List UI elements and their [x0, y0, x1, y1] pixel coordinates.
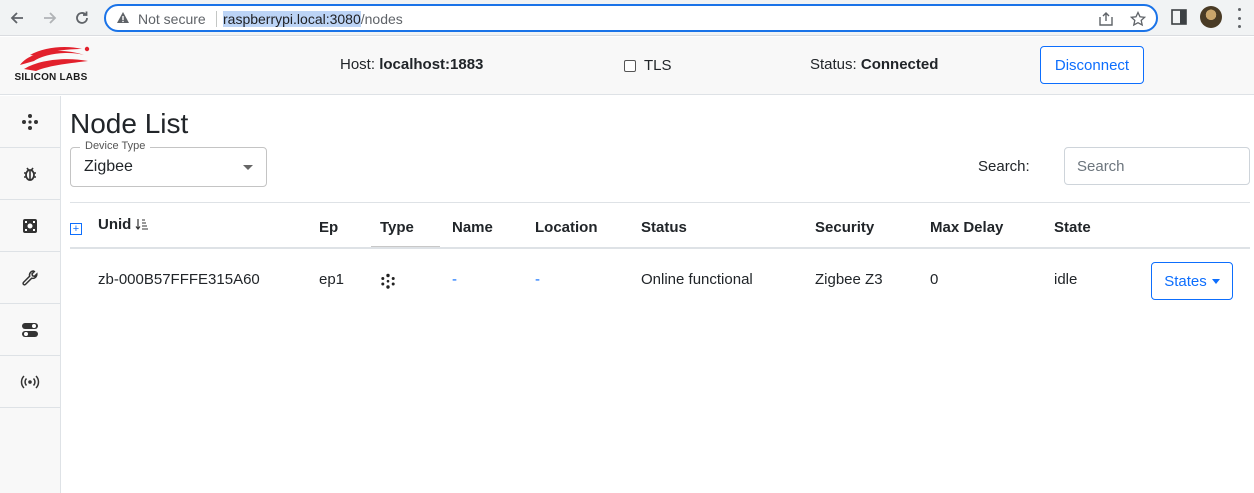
- expand-all-icon[interactable]: +: [70, 223, 82, 235]
- cell-type: [380, 273, 396, 293]
- table-top-border: [70, 202, 1250, 203]
- tls-label: TLS: [644, 57, 672, 74]
- address-bar[interactable]: Not secure raspberrypi.local:3080/nodes: [104, 4, 1158, 32]
- bug-icon: [24, 167, 36, 181]
- network-nodes-icon: [22, 113, 38, 130]
- sidebar-item-circuit[interactable]: [0, 200, 60, 252]
- silicon-labs-logo: SILICON LABS: [10, 45, 92, 87]
- sidebar-item-debug[interactable]: [0, 148, 60, 200]
- status-value: Connected: [860, 56, 939, 73]
- chevron-down-icon: [243, 165, 253, 170]
- side-panel-icon[interactable]: [1170, 8, 1188, 26]
- column-header-state[interactable]: State: [1054, 219, 1091, 236]
- sidebar-item-broadcast[interactable]: [0, 356, 60, 408]
- device-type-value: Zigbee: [84, 158, 133, 175]
- url-path: /nodes: [360, 11, 403, 27]
- host-label: Host:: [340, 56, 376, 73]
- column-header-unid[interactable]: Unid: [98, 216, 149, 233]
- cell-ep: ep1: [319, 271, 345, 288]
- cell-security: Zigbee Z3: [815, 271, 883, 288]
- url-text[interactable]: raspberrypi.local:3080/nodes: [223, 11, 403, 27]
- browser-toolbar: Not secure raspberrypi.local:3080/nodes: [0, 0, 1254, 36]
- disconnect-button[interactable]: Disconnect: [1040, 46, 1144, 84]
- arrow-left-icon: [10, 12, 23, 24]
- share-icon[interactable]: [1098, 11, 1114, 27]
- column-header-label: Unid: [98, 216, 132, 233]
- browser-menu-icon[interactable]: [1236, 8, 1242, 28]
- network-nodes-icon: [381, 273, 395, 289]
- broadcast-icon: [20, 374, 40, 389]
- host-value: localhost:1883: [379, 56, 484, 73]
- column-header-security[interactable]: Security: [815, 219, 874, 236]
- arrow-right-icon: [44, 12, 57, 24]
- sidebar-item-nodes[interactable]: [0, 96, 60, 148]
- table-header-border: [70, 247, 1250, 249]
- page-title: Node List: [70, 108, 189, 139]
- sidebar-item-toggles[interactable]: [0, 304, 60, 356]
- column-header-status[interactable]: Status: [641, 219, 687, 236]
- forward-button[interactable]: [38, 6, 62, 30]
- reload-button[interactable]: [70, 6, 94, 30]
- cell-status: Online functional: [641, 271, 753, 288]
- cell-location[interactable]: -: [535, 271, 540, 288]
- column-header-ep[interactable]: Ep: [319, 219, 338, 236]
- status-label: Status:: [810, 56, 857, 73]
- toggles-icon: [22, 322, 38, 337]
- cell-max-delay: 0: [930, 271, 939, 288]
- sort-descending-icon[interactable]: [135, 218, 149, 230]
- cell-state: idle: [1054, 271, 1078, 288]
- url-host-selected: raspberrypi.local:3080: [223, 11, 361, 27]
- wrench-icon: [22, 269, 38, 286]
- device-type-select[interactable]: Device Type Zigbee: [70, 140, 267, 187]
- bookmark-star-icon[interactable]: [1130, 11, 1146, 27]
- caret-down-icon: [1211, 278, 1220, 284]
- search-label: Search:: [978, 158, 1030, 175]
- app-header: SILICON LABS Host: localhost:1883 TLS St…: [0, 37, 1254, 95]
- omnibox-divider: [216, 11, 217, 27]
- warning-icon: [117, 12, 129, 23]
- profile-avatar[interactable]: [1200, 6, 1222, 28]
- column-header-max-delay[interactable]: Max Delay: [930, 219, 1003, 236]
- device-type-label: Device Type: [80, 140, 151, 152]
- sidebar-item-tools[interactable]: [0, 252, 60, 304]
- column-header-location[interactable]: Location: [535, 219, 598, 236]
- states-button-label: States: [1164, 272, 1207, 290]
- reload-icon: [76, 11, 88, 24]
- search-input[interactable]: [1064, 147, 1250, 185]
- circuit-icon: [23, 218, 37, 233]
- tls-checkbox[interactable]: [624, 59, 636, 72]
- back-button[interactable]: [5, 6, 29, 30]
- cell-name[interactable]: -: [452, 271, 457, 288]
- states-dropdown-button[interactable]: States: [1151, 262, 1233, 300]
- security-status[interactable]: Not secure: [138, 11, 206, 27]
- logo-swoosh-icon: [20, 46, 90, 71]
- host-info: Host: localhost:1883: [340, 56, 483, 73]
- connection-status: Status: Connected: [810, 56, 938, 73]
- tls-checkbox-group[interactable]: TLS: [624, 57, 672, 74]
- column-header-type[interactable]: Type: [380, 219, 414, 236]
- column-header-name[interactable]: Name: [452, 219, 493, 236]
- sidebar: [0, 96, 61, 493]
- cell-unid: zb-000B57FFFE315A60: [98, 271, 260, 288]
- logo-text: SILICON LABS: [14, 72, 88, 83]
